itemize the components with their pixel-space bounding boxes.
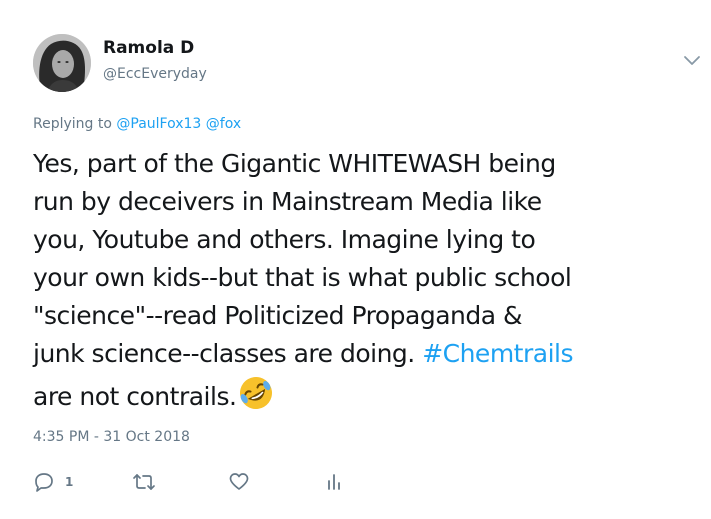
tweet-timestamp[interactable]: 4:35 PM - 31 Oct 2018	[33, 429, 190, 445]
reply-button[interactable]: 1	[33, 468, 73, 496]
tweet-text: Yes, part of the Gigantic WHITEWASH bein…	[33, 145, 698, 416]
mention-link[interactable]: @fox	[206, 116, 241, 132]
avatar[interactable]	[33, 34, 91, 92]
reply-count: 1	[65, 475, 74, 489]
tweet-text-line: Yes, part of the Gigantic WHITEWASH bein…	[33, 149, 556, 178]
reply-icon	[35, 473, 53, 492]
analytics-button[interactable]	[323, 468, 345, 496]
chevron-down-icon[interactable]	[682, 53, 702, 67]
heart-icon	[229, 473, 249, 490]
tweet-text-line-with-hashtag: junk science--classes are doing. #Chemtr…	[33, 335, 698, 373]
author-handle[interactable]: @EccEveryday	[103, 66, 207, 82]
tweet-text-line: run by deceivers in Mainstream Media lik…	[33, 187, 542, 216]
like-button[interactable]	[228, 468, 250, 496]
mention-link[interactable]: @PaulFox13	[116, 116, 201, 132]
tweet-text-line: "science"--read Politicized Propaganda &	[33, 301, 523, 330]
tweet-text-line: you, Youtube and others. Imagine lying t…	[33, 225, 536, 254]
avatar-photo	[33, 34, 91, 92]
tweet-text-last-line: are not contrails.	[33, 373, 698, 416]
hashtag-link[interactable]: #Chemtrails	[422, 339, 573, 368]
tweet-text-line: your own kids--but that is what public s…	[33, 263, 572, 292]
tweet-text-line: are not contrails.	[33, 382, 237, 411]
analytics-icon	[328, 474, 340, 490]
retweet-icon	[133, 474, 155, 490]
author-name[interactable]: Ramola D	[103, 38, 194, 58]
replying-label: Replying to	[33, 116, 112, 132]
tweet-card: Ramola D @EccEveryday Replying to @PaulF…	[0, 0, 711, 519]
tweet-text-line: junk science--classes are doing.	[33, 339, 415, 368]
retweet-button[interactable]	[132, 468, 156, 496]
rolling-laughing-emoji-icon	[236, 373, 276, 413]
replying-to: Replying to @PaulFox13 @fox	[33, 116, 241, 132]
